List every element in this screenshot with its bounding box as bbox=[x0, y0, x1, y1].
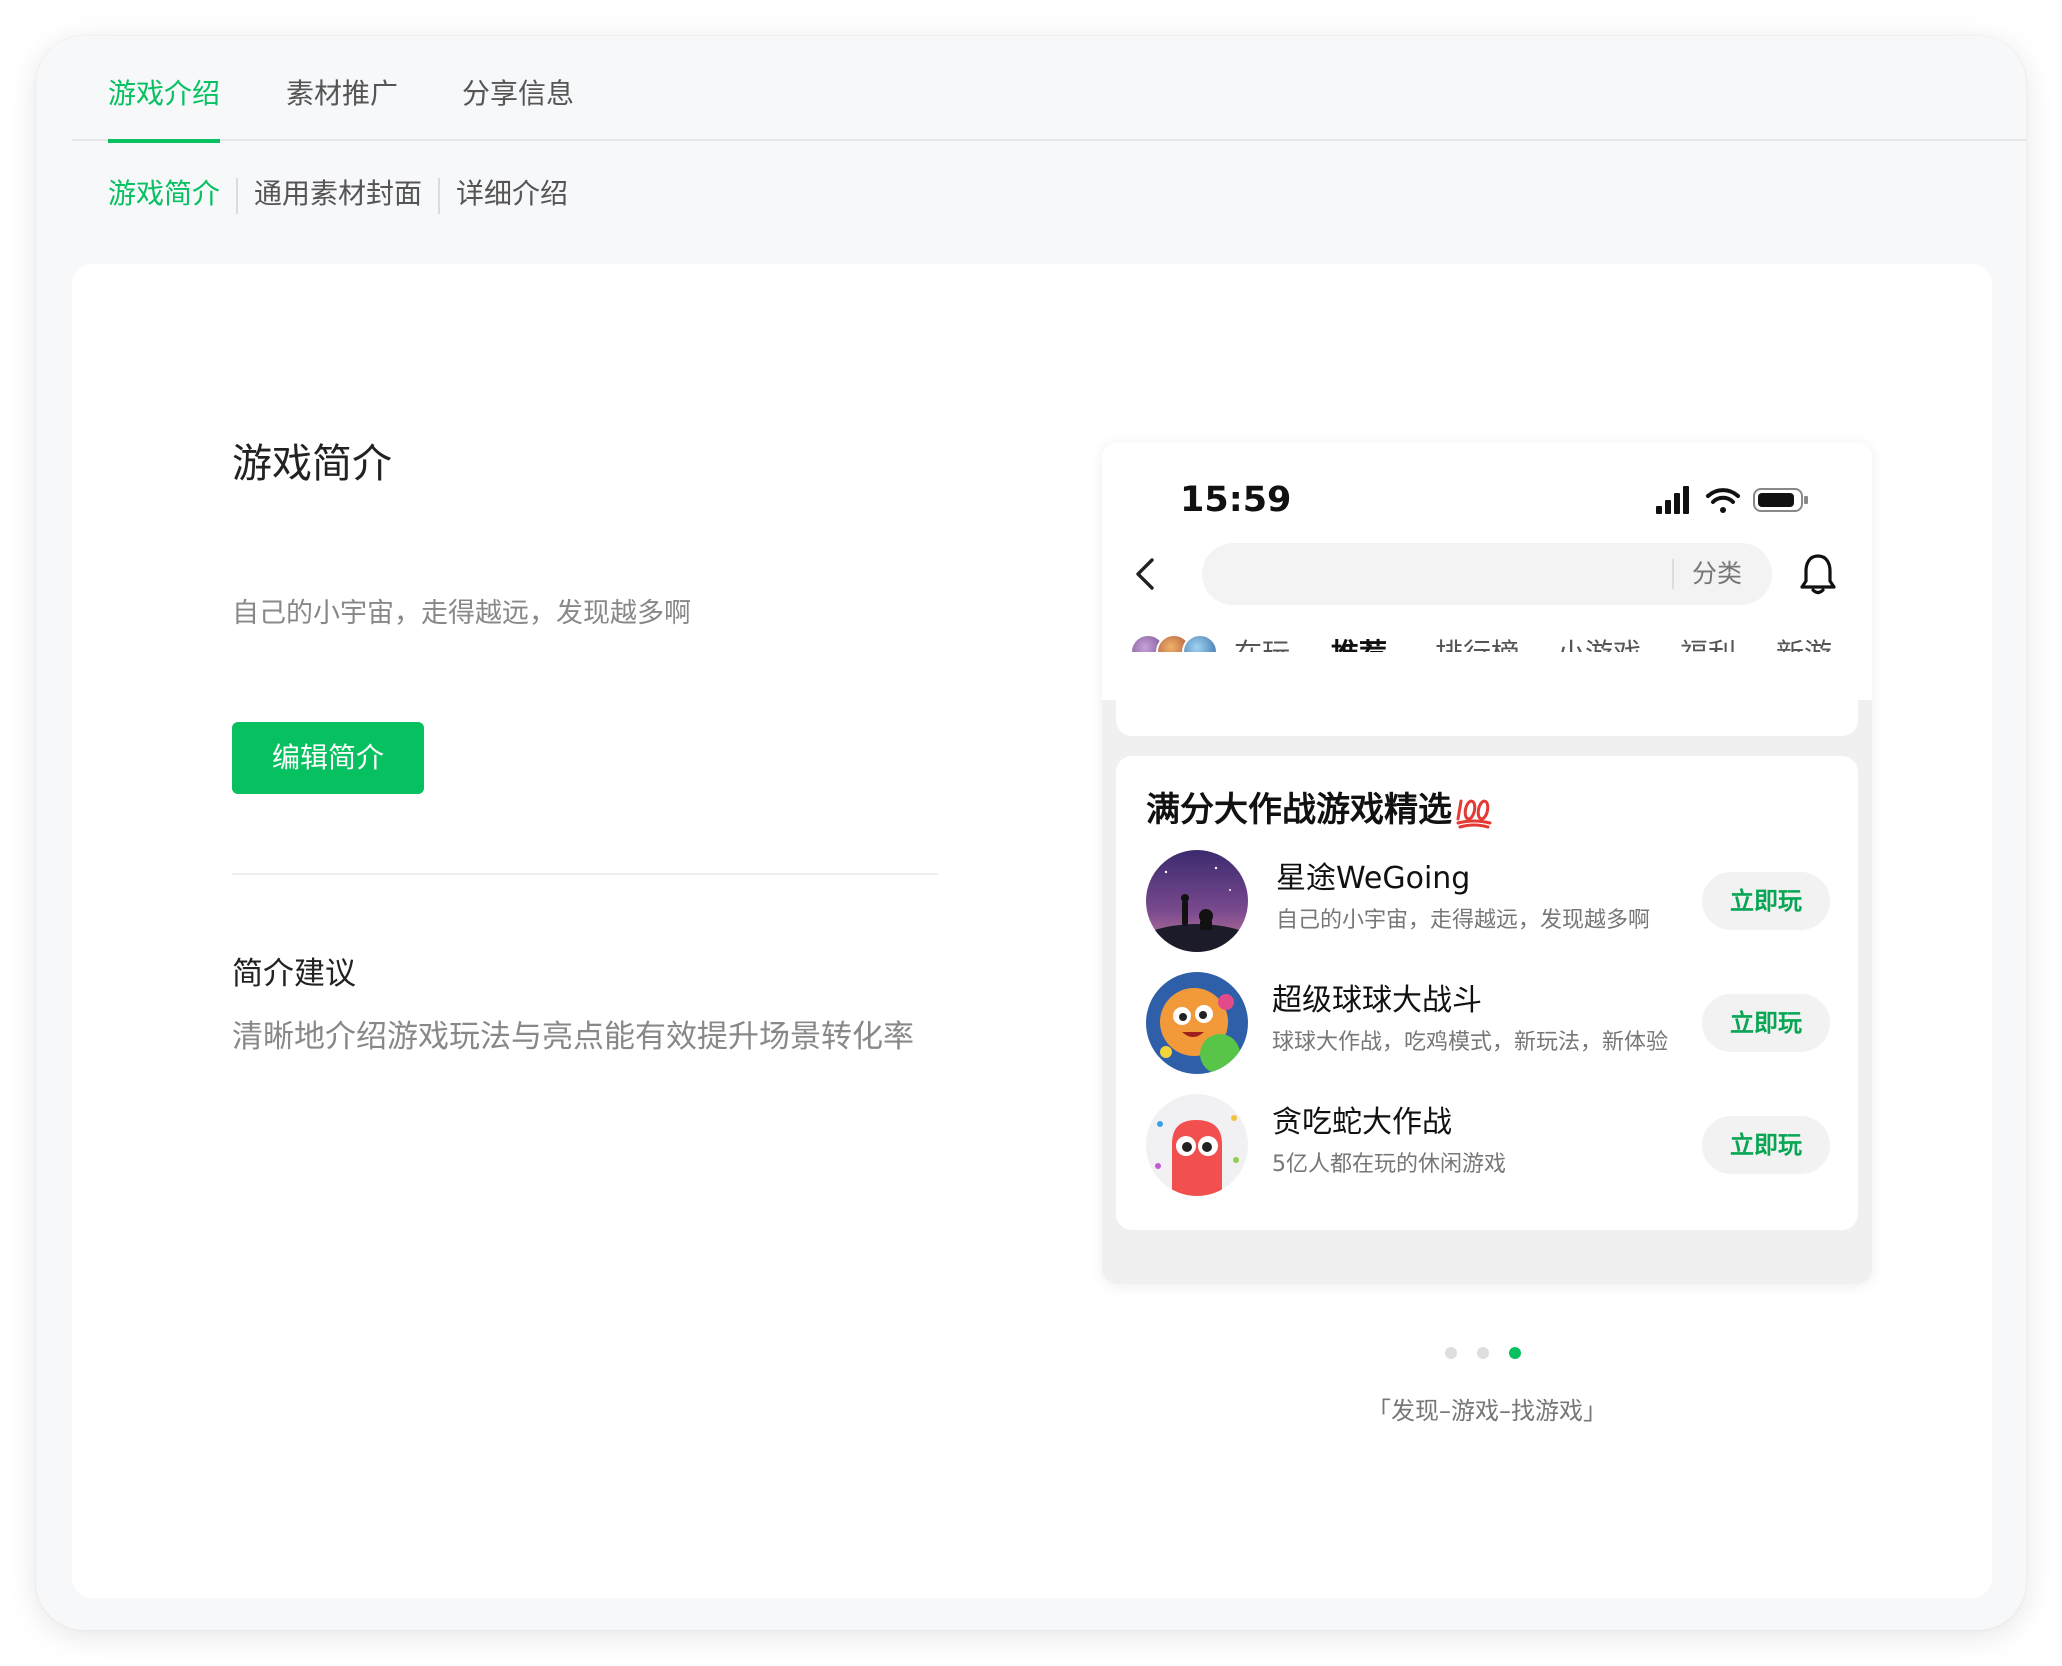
tab-game-intro[interactable]: 游戏介绍 bbox=[108, 74, 221, 143]
game-description: 球球大作战，吃鸡模式，新玩法，新体验 bbox=[1272, 1030, 1669, 1055]
carousel-dot-active[interactable] bbox=[1509, 1347, 1521, 1359]
subtab-separator bbox=[438, 178, 440, 214]
game-row[interactable]: 贪吃蛇大作战 5亿人都在玩的休闲游戏 立即玩 bbox=[1146, 1094, 1846, 1198]
intro-text: 自己的小宇宙，走得越远，发现越多啊 bbox=[232, 598, 691, 629]
game-list-card: 满分大作战游戏精选 星途WeGoing 自己的小宇宙，走得越远，发现越多啊 立即… bbox=[1116, 756, 1858, 1230]
tab-material-promotion[interactable]: 素材推广 bbox=[286, 74, 398, 141]
intro-title: 游戏简介 bbox=[232, 441, 392, 487]
tab-share-info[interactable]: 分享信息 bbox=[462, 74, 574, 141]
game-name: 星途WeGoing bbox=[1276, 861, 1471, 896]
status-icons bbox=[1656, 486, 1808, 514]
phone-preview: 15:59 分类 满分大作战游戏精选 星途WeGoing 自己的小宇宙，走得越远… bbox=[1102, 442, 1872, 1284]
game-card-title-text: 满分大作战游戏精选 bbox=[1146, 790, 1452, 830]
game-card-title: 满分大作战游戏精选 bbox=[1146, 786, 1492, 834]
wifi-icon bbox=[1706, 488, 1740, 513]
previous-card bbox=[1116, 652, 1858, 736]
suggestion-text: 清晰地介绍游戏玩法与亮点能有效提升场景转化率 bbox=[232, 1019, 914, 1055]
signal-icon bbox=[1656, 486, 1689, 514]
app-window: 游戏介绍 素材推广 分享信息 游戏简介 通用素材封面 详细介绍 游戏简介 自己的… bbox=[36, 36, 2026, 1630]
suggestion-title: 简介建议 bbox=[232, 956, 356, 992]
hundred-points-icon bbox=[1456, 799, 1492, 828]
carousel-dot[interactable] bbox=[1477, 1347, 1489, 1359]
game-row[interactable]: 星途WeGoing 自己的小宇宙，走得越远，发现越多啊 立即玩 bbox=[1146, 850, 1846, 954]
play-now-button[interactable]: 立即玩 bbox=[1702, 872, 1830, 930]
divider bbox=[232, 873, 938, 875]
status-time: 15:59 bbox=[1180, 480, 1292, 520]
game-description: 自己的小宇宙，走得越远，发现越多啊 bbox=[1276, 908, 1651, 933]
subtab-cover-material[interactable]: 通用素材封面 bbox=[254, 174, 422, 214]
bell-icon[interactable] bbox=[1798, 552, 1838, 596]
game-row[interactable]: 超级球球大战斗 球球大作战，吃鸡模式，新玩法，新体验 立即玩 bbox=[1146, 972, 1846, 1076]
carousel-dot[interactable] bbox=[1445, 1347, 1457, 1359]
preview-caption: 「发现–游戏–找游戏」 bbox=[1367, 1397, 1607, 1425]
top-tab-bar: 游戏介绍 素材推广 分享信息 bbox=[72, 36, 2026, 143]
search-input[interactable]: 分类 bbox=[1202, 543, 1772, 605]
subtab-detail-intro[interactable]: 详细介绍 bbox=[456, 174, 568, 214]
play-now-button[interactable]: 立即玩 bbox=[1702, 994, 1830, 1052]
ball-battle-game-icon bbox=[1146, 972, 1248, 1074]
subtab-separator bbox=[236, 178, 238, 214]
edit-intro-button[interactable]: 编辑简介 bbox=[232, 722, 424, 794]
content-card: 游戏简介 自己的小宇宙，走得越远，发现越多啊 编辑简介 简介建议 清晰地介绍游戏… bbox=[72, 264, 1992, 1598]
battery-icon bbox=[1753, 488, 1808, 512]
game-name: 贪吃蛇大作战 bbox=[1272, 1105, 1452, 1140]
game-description: 5亿人都在玩的休闲游戏 bbox=[1272, 1152, 1506, 1177]
play-now-button[interactable]: 立即玩 bbox=[1702, 1116, 1830, 1174]
game-name: 超级球球大战斗 bbox=[1272, 983, 1482, 1018]
category-button[interactable]: 分类 bbox=[1692, 556, 1742, 592]
search-separator bbox=[1672, 559, 1674, 589]
subtab-game-brief[interactable]: 游戏简介 bbox=[108, 174, 220, 214]
snake-game-icon bbox=[1146, 1094, 1248, 1196]
wegoing-game-icon bbox=[1146, 850, 1248, 952]
back-icon[interactable] bbox=[1126, 554, 1166, 594]
